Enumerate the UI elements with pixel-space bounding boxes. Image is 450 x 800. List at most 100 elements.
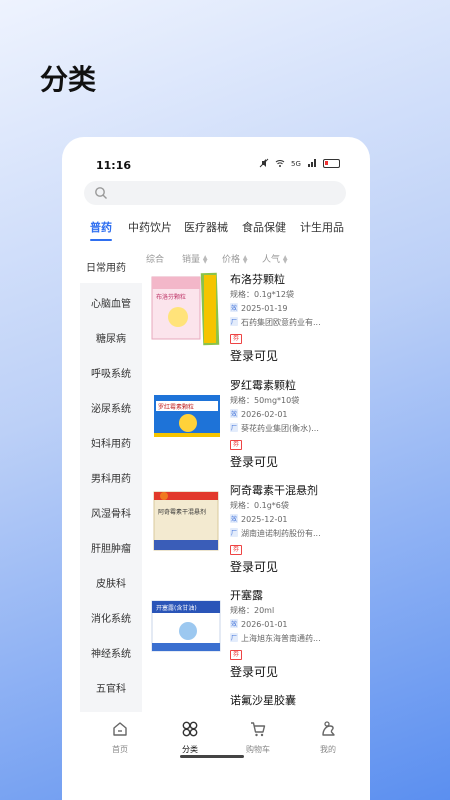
sort-arrows-icon: ▲ ▼ <box>202 253 208 265</box>
product-name: 罗红霉素颗粒 <box>230 379 296 392</box>
sidebar: 心脑血管 糖尿病 呼吸系统 泌尿系统 妇科用药 男科用药 风湿骨科 肝胆肿瘤 皮… <box>80 283 142 723</box>
maker-tag: 厂 <box>230 317 239 326</box>
sidebar-item[interactable]: 皮肤科 <box>80 575 142 590</box>
maker-tag: 厂 <box>230 423 239 432</box>
search-icon <box>95 187 107 199</box>
status-time: 11:16 <box>96 159 132 172</box>
price-login-text[interactable]: 登录可见 <box>230 663 278 680</box>
nav-category[interactable]: 分类 <box>160 720 220 755</box>
product-name: 开塞露 <box>230 589 263 602</box>
sidebar-item[interactable]: 风湿骨科 <box>80 505 142 520</box>
nav-profile[interactable]: 我的 <box>298 720 358 755</box>
home-icon <box>113 722 127 736</box>
sidebar-item[interactable]: 糖尿病 <box>80 330 142 345</box>
product-card[interactable]: 开塞露(含甘油) 开塞露 规格：20ml 效 2026-01-01 厂上海旭东海普… <box>146 587 366 687</box>
sidebar-item[interactable]: 肝胆肿瘤 <box>80 540 142 555</box>
sort-sales-label: 销量 <box>182 255 201 265</box>
product-name: 布洛芬颗粒 <box>230 273 285 286</box>
product-maker: 厂湖南迪诺制药股份有... <box>230 528 321 539</box>
tab-herbal[interactable]: 中药饮片 <box>128 219 172 235</box>
mute-icon <box>259 158 269 168</box>
product-box-label: 阿奇霉素干混悬剂 <box>158 508 206 516</box>
nav-home[interactable]: 首页 <box>90 720 150 755</box>
nav-cart-label: 购物车 <box>246 745 270 754</box>
product-date: 效 2026-01-01 <box>230 619 288 629</box>
product-spec: 规格：50mg*10袋 <box>230 396 300 405</box>
product-card[interactable]: 布洛芬颗粒 布洛芬颗粒 规格：0.1g*12袋 效 2025-01-19 厂石药集… <box>146 271 366 371</box>
price-login-text[interactable]: 登录可见 <box>230 558 278 575</box>
sidebar-item[interactable]: 消化系统 <box>80 610 142 625</box>
sort-bar: 综合 销量 ▲ ▼ 价格 ▲ ▼ 人气 ▲ ▼ <box>146 252 356 268</box>
wifi-icon <box>275 160 285 167</box>
profile-icon <box>322 721 335 736</box>
coupon-badge: 券 <box>230 334 242 344</box>
sort-sales[interactable]: 销量 ▲ ▼ <box>182 252 208 265</box>
price-login-text[interactable]: 登录可见 <box>230 347 278 364</box>
product-name: 诺氟沙星胶囊 <box>230 694 296 707</box>
product-image: 开塞露(含甘油) <box>151 600 221 652</box>
hd-icon: 5G <box>291 160 301 168</box>
category-icon <box>182 721 198 737</box>
product-maker: 厂葵花药业集团(衡水)... <box>230 423 319 434</box>
bottom-nav: 首页 分类 购物车 我的 <box>62 712 370 800</box>
category-tabs: 普药 中药饮片 医疗器械 食品保健 计生用品 <box>62 219 370 243</box>
product-maker-value: 湖南迪诺制药股份有... <box>241 529 321 538</box>
product-image: 罗红霉素颗粒 <box>154 395 220 437</box>
svg-text:5G: 5G <box>291 160 301 168</box>
status-bar: 11:16 5G <box>62 137 370 172</box>
product-maker: 厂上海旭东海普南通药... <box>230 633 321 644</box>
product-date-value: 2025-12-01 <box>241 515 288 524</box>
product-image: 布洛芬颗粒 <box>151 272 220 346</box>
sidebar-item[interactable]: 五官科 <box>80 680 142 695</box>
active-nav-indicator <box>180 755 244 758</box>
coupon-badge: 券 <box>230 650 242 660</box>
product-date: 效 2026-02-01 <box>230 409 288 419</box>
sidebar-item[interactable]: 心脑血管 <box>80 295 142 310</box>
nav-cart[interactable]: 购物车 <box>228 720 288 755</box>
page-title: 分类 <box>40 63 97 96</box>
product-box-label: 布洛芬颗粒 <box>156 293 186 301</box>
product-maker-value: 石药集团欧意药业有... <box>241 318 321 327</box>
tab-medical-devices[interactable]: 医疗器械 <box>184 219 228 235</box>
sort-comprehensive[interactable]: 综合 <box>146 252 164 265</box>
maker-tag: 厂 <box>230 633 239 642</box>
product-date-value: 2025-01-19 <box>241 304 288 313</box>
product-box-label: 罗红霉素颗粒 <box>158 403 194 411</box>
maker-tag: 厂 <box>230 528 239 537</box>
date-tag: 效 <box>230 303 239 312</box>
battery-icon <box>323 158 340 168</box>
tab-health-food[interactable]: 食品保健 <box>242 219 286 235</box>
date-tag: 效 <box>230 409 239 418</box>
product-box-label: 开塞露(含甘油) <box>156 604 197 612</box>
status-icons: 5G <box>259 158 340 168</box>
tab-family-planning[interactable]: 计生用品 <box>300 219 344 235</box>
product-spec: 规格：0.1g*12袋 <box>230 290 294 299</box>
sidebar-item[interactable]: 神经系统 <box>80 645 142 660</box>
product-card[interactable]: 罗红霉素颗粒 罗红霉素颗粒 规格：50mg*10袋 效 2026-02-01 厂葵… <box>146 377 366 477</box>
product-card[interactable]: 阿奇霉素干混悬剂 阿奇霉素干混悬剂 规格：0.1g*6袋 效 2025-12-01… <box>146 482 366 582</box>
product-date: 效 2025-01-19 <box>230 303 288 313</box>
active-tab-indicator <box>90 239 112 241</box>
date-tag: 效 <box>230 619 239 628</box>
price-login-text[interactable]: 登录可见 <box>230 453 278 470</box>
phone-screen: 11:16 5G 普药 中药饮片 医疗器械 食品保健 计生用品 日常用药 心脑血… <box>62 137 370 800</box>
product-maker: 厂石药集团欧意药业有... <box>230 317 321 328</box>
search-input[interactable] <box>84 181 346 205</box>
sort-popularity-label: 人气 <box>262 255 281 265</box>
tab-pharma[interactable]: 普药 <box>90 219 112 235</box>
sidebar-item[interactable]: 男科用药 <box>80 470 142 485</box>
sidebar-item[interactable]: 泌尿系统 <box>80 400 142 415</box>
sort-price-label: 价格 <box>222 255 241 265</box>
sort-popularity[interactable]: 人气 ▲ ▼ <box>262 252 288 265</box>
product-spec: 规格：0.1g*6袋 <box>230 501 289 510</box>
signal-icon <box>308 159 316 167</box>
product-date: 效 2025-12-01 <box>230 514 288 524</box>
sort-price[interactable]: 价格 ▲ ▼ <box>222 252 248 265</box>
sidebar-item[interactable]: 呼吸系统 <box>80 365 142 380</box>
coupon-badge: 券 <box>230 545 242 555</box>
sidebar-item[interactable]: 妇科用药 <box>80 435 142 450</box>
nav-category-label: 分类 <box>182 745 198 754</box>
date-tag: 效 <box>230 514 239 523</box>
sidebar-item-daily[interactable]: 日常用药 <box>86 259 126 274</box>
coupon-badge: 券 <box>230 440 242 450</box>
